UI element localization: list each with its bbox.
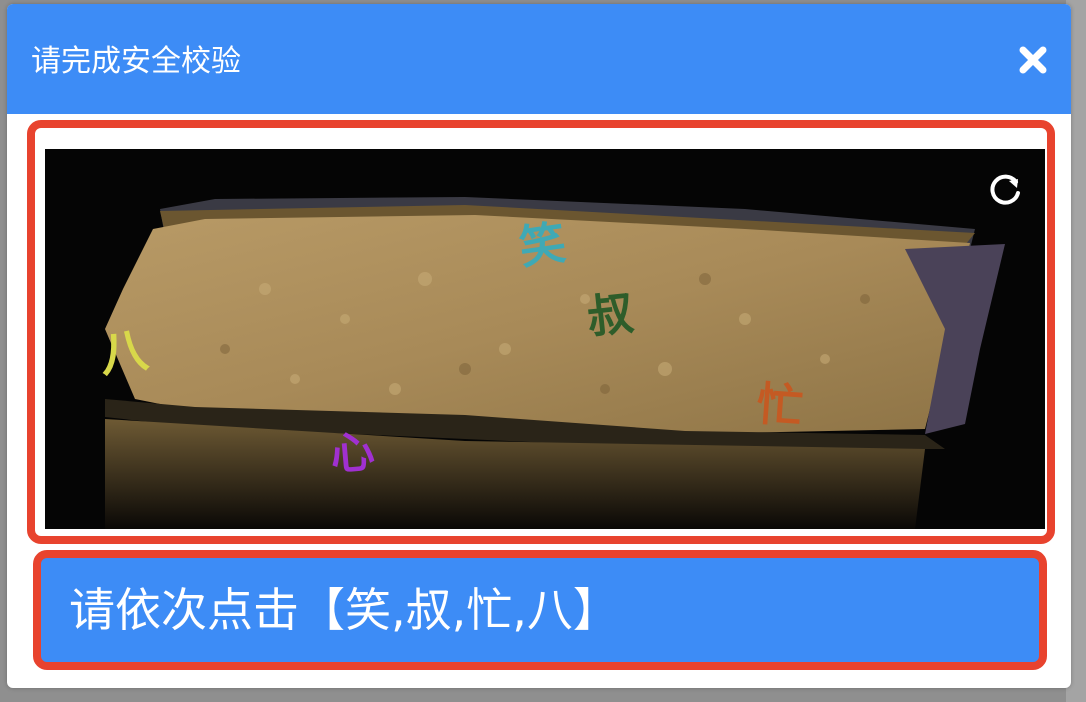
security-check-modal: 请完成安全校验 笑 叔 八 忙 心 请依次点击【笑,叔,忙,八】 <box>7 4 1071 688</box>
instruction-text: 请依次点击【笑,叔,忙,八】 <box>69 583 619 637</box>
captcha-image[interactable]: 笑 叔 八 忙 心 <box>45 149 1045 529</box>
captcha-char-mang[interactable]: 忙 <box>755 367 805 436</box>
captcha-char-xin[interactable]: 心 <box>327 415 376 483</box>
modal-header: 请完成安全校验 <box>7 4 1071 114</box>
cake-slice-image <box>45 149 1045 529</box>
instruction-bar: 请依次点击【笑,叔,忙,八】 <box>33 550 1047 670</box>
captcha-char-shu[interactable]: 叔 <box>584 277 637 347</box>
modal-title: 请完成安全校验 <box>31 44 241 79</box>
captcha-char-ba[interactable]: 八 <box>94 310 151 386</box>
captcha-char-xiao[interactable]: 笑 <box>515 206 570 278</box>
refresh-icon[interactable] <box>983 169 1027 213</box>
close-icon[interactable] <box>1017 44 1049 76</box>
captcha-image-frame: 笑 叔 八 忙 心 <box>27 120 1055 544</box>
